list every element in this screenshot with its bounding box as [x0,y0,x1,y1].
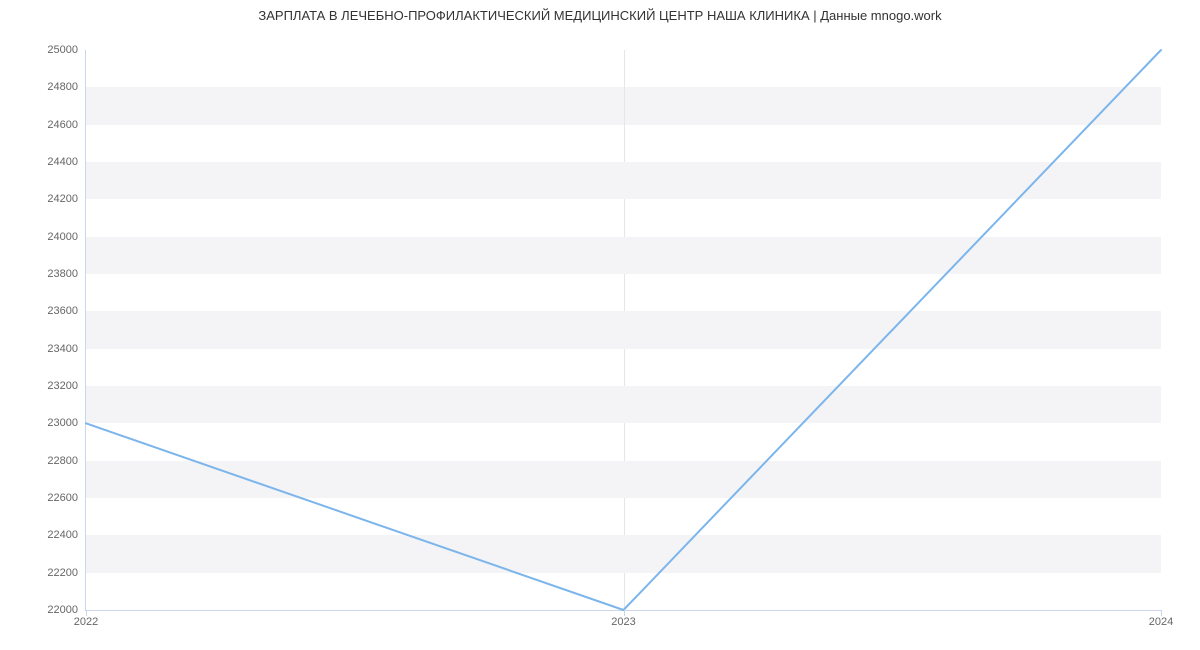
y-tick-label: 22200 [47,567,86,579]
y-tick-label: 22400 [47,529,86,541]
y-tick-label: 22600 [47,492,86,504]
series-line [86,50,1161,610]
y-tick-label: 23000 [47,417,86,429]
y-tick-label: 24400 [47,156,86,168]
line-layer [86,50,1161,610]
y-tick-label: 25000 [47,44,86,56]
y-tick-label: 23800 [47,268,86,280]
plot-area: 2200022200224002260022800230002320023400… [85,50,1160,610]
y-tick-label: 23600 [47,305,86,317]
x-tick-label: 2023 [611,610,635,628]
x-tick-label: 2022 [74,610,98,628]
plot-inner: 2200022200224002260022800230002320023400… [85,50,1161,611]
y-tick-label: 24600 [47,119,86,131]
y-tick-label: 22800 [47,455,86,467]
y-tick-label: 24200 [47,193,86,205]
y-tick-label: 24800 [47,81,86,93]
x-tick-label: 2024 [1149,610,1173,628]
chart-title: ЗАРПЛАТА В ЛЕЧЕБНО-ПРОФИЛАКТИЧЕСКИЙ МЕДИ… [0,8,1200,23]
y-tick-label: 23200 [47,380,86,392]
y-tick-label: 23400 [47,343,86,355]
y-tick-label: 24000 [47,231,86,243]
chart-container: ЗАРПЛАТА В ЛЕЧЕБНО-ПРОФИЛАКТИЧЕСКИЙ МЕДИ… [0,0,1200,650]
